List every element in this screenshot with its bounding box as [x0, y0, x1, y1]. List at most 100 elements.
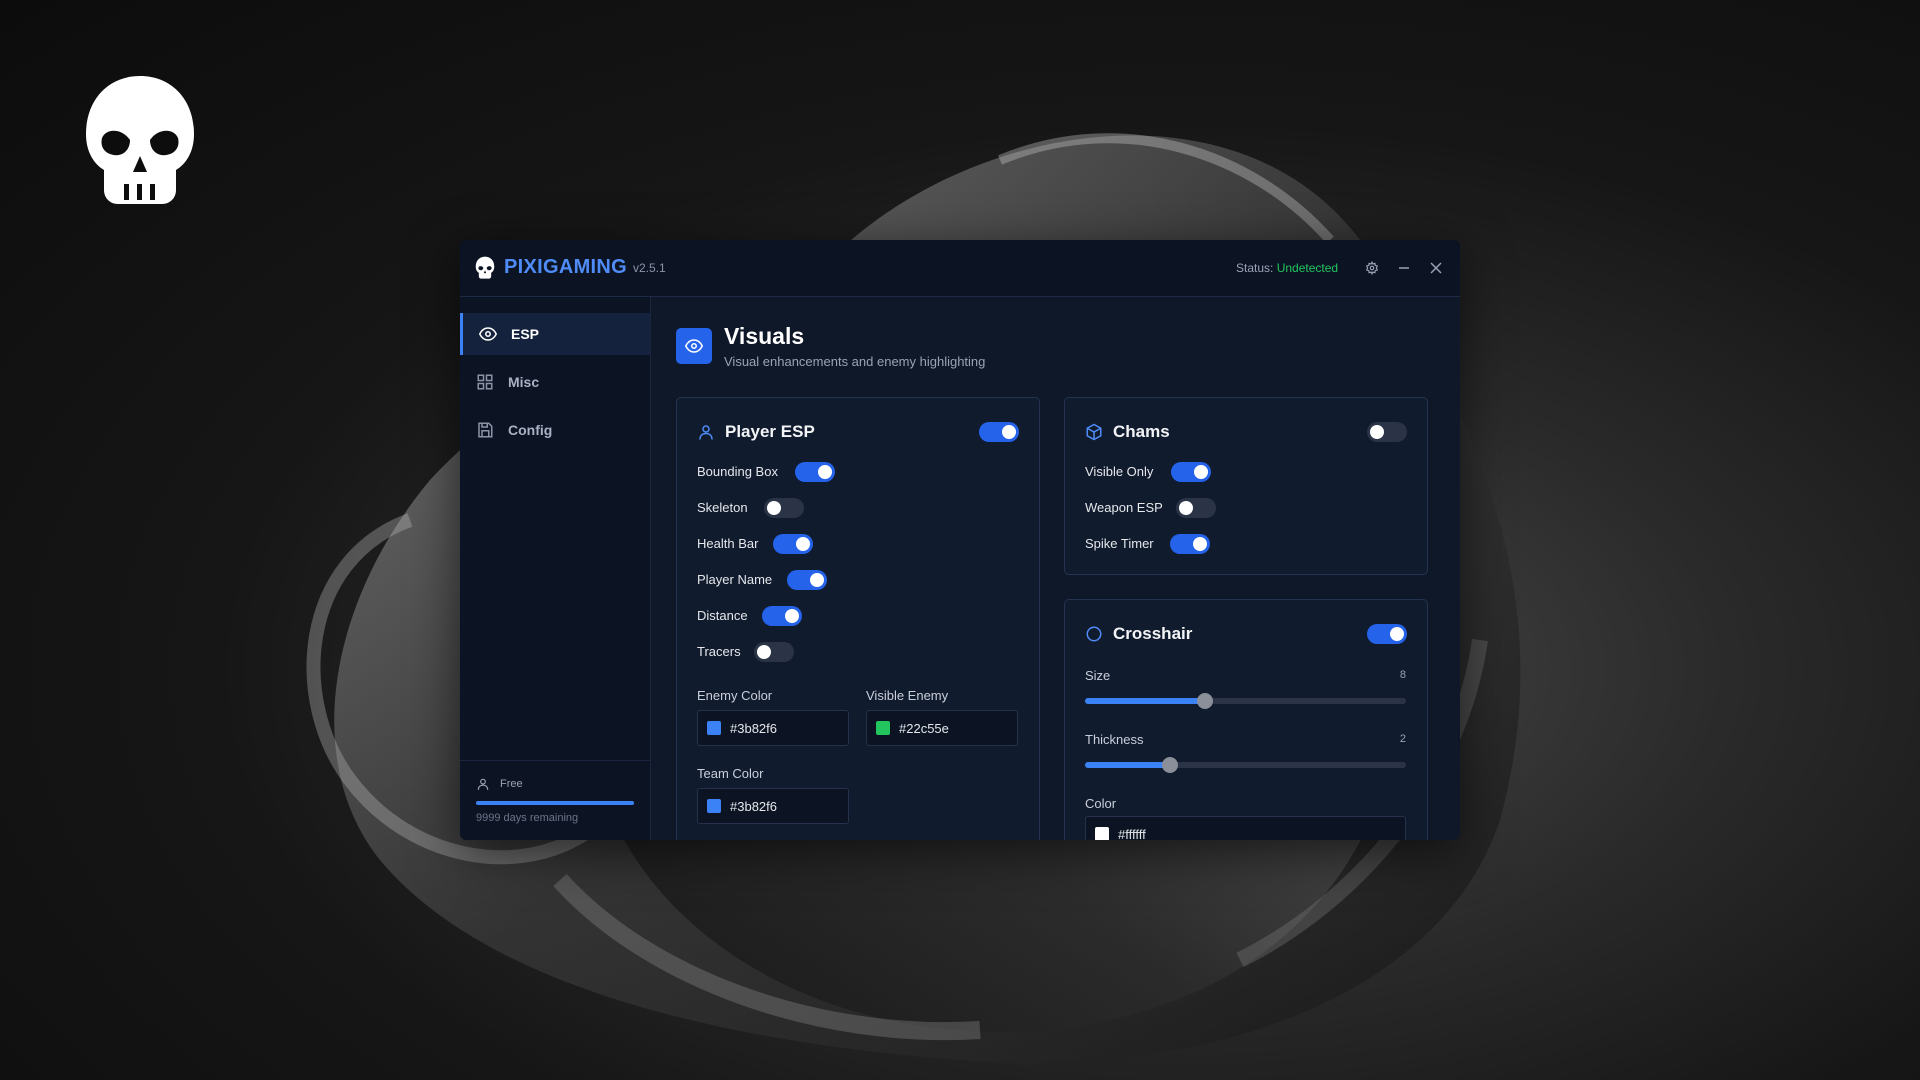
status-value: Undetected [1276, 261, 1339, 275]
app-brand: PIXIGAMING [504, 256, 628, 278]
main-content: Visuals Visual enhancements and enemy hi… [651, 297, 1460, 840]
status-label: Status: [1236, 261, 1274, 275]
sidebar-item-esp[interactable]: ESP [460, 313, 650, 355]
toggle-knob [757, 645, 771, 659]
team-color-label: Team Color [697, 766, 764, 781]
thickness-value: 2 [1399, 733, 1406, 745]
size-label: Size [1085, 668, 1111, 683]
sidebar-item-config[interactable]: Config [460, 409, 650, 451]
slider-thumb[interactable] [1162, 757, 1179, 773]
bounding-box-toggle[interactable] [795, 462, 835, 482]
toggle-knob [818, 465, 832, 479]
crosshair-toggle[interactable] [1367, 624, 1407, 644]
option-label: Skeleton [697, 500, 748, 515]
toggle-knob [785, 609, 799, 623]
slider-fill [1085, 762, 1171, 768]
title-bar[interactable]: PIXIGAMING v2.5.1 Status: Undetected [460, 240, 1460, 297]
player-esp-card: Player ESP Bounding Box Skeleton Health … [676, 397, 1040, 840]
gear-icon [1365, 261, 1379, 275]
toggle-knob [1390, 627, 1404, 641]
crosshair-color-label: Color [1085, 796, 1117, 811]
visible-enemy-color-field[interactable]: #22c55e [866, 710, 1018, 746]
plan-label: Free [500, 778, 523, 790]
toggle-knob [1002, 425, 1016, 439]
option-label: Distance [697, 608, 748, 623]
option-label: Tracers [697, 644, 741, 659]
color-swatch [707, 799, 721, 813]
skeleton-toggle[interactable] [764, 498, 804, 518]
minimize-icon [1399, 267, 1409, 269]
skull-icon[interactable] [80, 72, 200, 212]
thickness-slider[interactable] [1085, 757, 1406, 773]
settings-button[interactable] [1360, 256, 1384, 280]
size-value: 8 [1399, 669, 1406, 681]
sidebar-item-label: Misc [508, 374, 540, 390]
sidebar-item-misc[interactable]: Misc [460, 361, 650, 403]
toggle-knob [1370, 425, 1384, 439]
player-name-toggle[interactable] [787, 570, 827, 590]
health-bar-toggle[interactable] [773, 534, 813, 554]
days-remaining: 9999 days remaining [476, 812, 579, 824]
license-panel: Free 9999 days remaining [460, 760, 650, 840]
team-color-field[interactable]: #3b82f6 [697, 788, 849, 824]
visible-enemy-label: Visible Enemy [866, 688, 949, 703]
thickness-label: Thickness [1085, 732, 1144, 747]
option-label: Visible Only [1085, 464, 1154, 479]
color-value: #3b82f6 [730, 721, 777, 736]
circle-icon [1086, 626, 1102, 642]
option-label: Weapon ESP [1085, 500, 1163, 515]
color-swatch [876, 721, 890, 735]
user-icon [477, 778, 489, 790]
save-icon [478, 422, 493, 438]
size-slider[interactable] [1085, 693, 1406, 709]
app-window: PIXIGAMING v2.5.1 Status: Undetected ESP [460, 240, 1460, 840]
license-progress-bar [476, 801, 634, 805]
chams-card: Chams Visible Only Weapon ESP Spike Time… [1064, 397, 1428, 575]
slider-fill [1085, 698, 1206, 704]
spike-timer-toggle[interactable] [1170, 534, 1210, 554]
toggle-knob [1193, 537, 1207, 551]
enemy-color-label: Enemy Color [697, 688, 773, 703]
app-version: v2.5.1 [633, 261, 666, 275]
toggle-knob [810, 573, 824, 587]
option-label: Bounding Box [697, 464, 778, 479]
color-value: #ffffff [1118, 827, 1146, 840]
toggle-knob [1179, 501, 1193, 515]
enemy-color-field[interactable]: #3b82f6 [697, 710, 849, 746]
cube-icon [1086, 423, 1102, 441]
close-button[interactable] [1424, 256, 1448, 280]
player-esp-title: Player ESP [725, 422, 815, 441]
toggle-knob [767, 501, 781, 515]
page-title: Visuals [724, 323, 805, 349]
crosshair-title: Crosshair [1113, 624, 1193, 643]
weapon-esp-toggle[interactable] [1176, 498, 1216, 518]
license-progress-fill [476, 801, 634, 805]
visible-only-toggle[interactable] [1171, 462, 1211, 482]
status-indicator: Status: Undetected [1236, 261, 1338, 275]
color-value: #3b82f6 [730, 799, 777, 814]
toggle-knob [796, 537, 810, 551]
color-swatch [1095, 827, 1109, 840]
toggle-knob [1194, 465, 1208, 479]
user-icon [699, 425, 713, 440]
chams-title: Chams [1113, 422, 1170, 441]
slider-thumb[interactable] [1197, 693, 1214, 709]
crosshair-color-field[interactable]: #ffffff [1085, 816, 1406, 840]
color-swatch [707, 721, 721, 735]
eye-icon [685, 339, 703, 353]
option-label: Health Bar [697, 536, 759, 551]
tracers-toggle[interactable] [754, 642, 794, 662]
crosshair-card: Crosshair Size 8 Thickness 2 Color #ffff… [1064, 599, 1428, 840]
sidebar-item-label: ESP [511, 326, 540, 342]
page-icon [676, 328, 712, 364]
chams-toggle[interactable] [1367, 422, 1407, 442]
distance-toggle[interactable] [762, 606, 802, 626]
player-esp-toggle[interactable] [979, 422, 1019, 442]
option-label: Player Name [697, 572, 773, 587]
eye-icon [479, 327, 497, 341]
page-subtitle: Visual enhancements and enemy highlighti… [724, 354, 986, 369]
minimize-button[interactable] [1392, 256, 1416, 280]
sidebar: ESP Misc Config Free 9999 days remaining [460, 297, 651, 840]
option-label: Spike Timer [1085, 536, 1154, 551]
skull-logo-icon [475, 256, 495, 279]
